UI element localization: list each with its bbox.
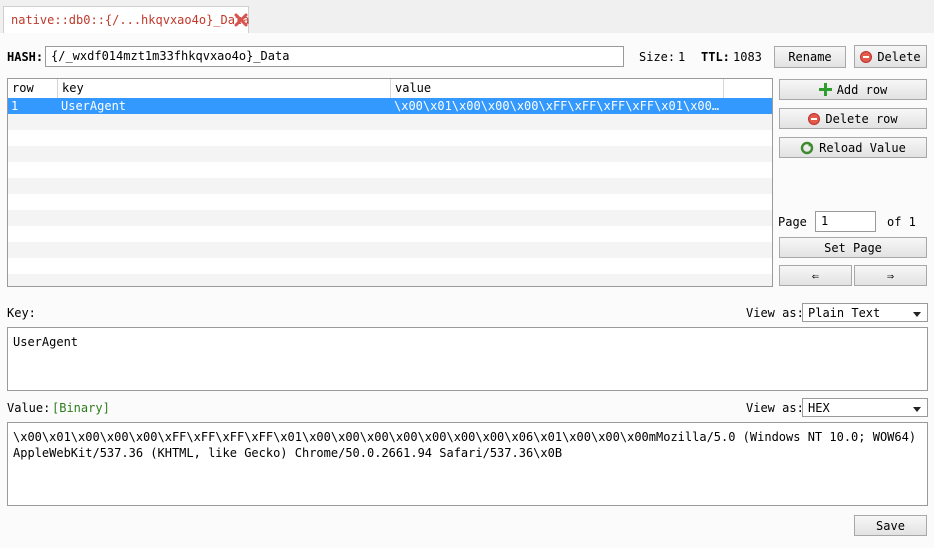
delete-button[interactable]: Delete (854, 45, 927, 68)
empty-row (8, 178, 772, 194)
empty-row (8, 146, 772, 162)
cell-key: UserAgent (61, 99, 127, 113)
cell-row: 1 (11, 99, 19, 113)
delete-row-label: Delete row (825, 111, 898, 126)
tab-strip: native::db0::{/...hkqvxao4o}_Data (0, 0, 934, 34)
empty-row (8, 242, 772, 258)
tab-key-data[interactable]: native::db0::{/...hkqvxao4o}_Data (3, 6, 249, 33)
hash-label: HASH: (7, 50, 44, 64)
reload-value-label: Reload Value (819, 140, 906, 155)
ttl-value: 1083 (733, 50, 762, 64)
column-header-value[interactable]: value (391, 79, 724, 98)
empty-row (8, 210, 772, 226)
value-view-as-value: HEX (808, 401, 830, 415)
add-row-label: Add row (836, 82, 888, 97)
tab-title: native::db0::{/...hkqvxao4o}_Data (11, 13, 250, 27)
hash-table[interactable]: row key value 1 UserAgent \x00\x01\x00\x… (7, 78, 773, 287)
delete-icon (860, 50, 873, 63)
reload-value-button[interactable]: Reload Value (779, 137, 927, 158)
rename-button[interactable]: Rename (774, 46, 846, 68)
next-page-button[interactable]: ⇒ (854, 265, 927, 286)
next-arrow-icon: ⇒ (886, 268, 895, 283)
key-editor[interactable]: UserAgent (7, 327, 928, 391)
value-editor[interactable]: \x00\x01\x00\x00\x00\xFF\xFF\xFF\xFF\x01… (7, 422, 928, 506)
empty-row (8, 114, 772, 130)
delete-row-icon (808, 112, 821, 125)
cell-value: \x00\x01\x00\x00\x00\xFF\xFF\xFF\xFF\x01… (394, 99, 724, 113)
table-row[interactable]: 1 UserAgent \x00\x01\x00\x00\x00\xFF\xFF… (8, 98, 772, 114)
save-button[interactable]: Save (854, 515, 927, 536)
key-label: Key: (7, 306, 36, 320)
rename-label: Rename (788, 50, 832, 64)
chevron-down-icon (913, 407, 921, 412)
save-label: Save (876, 518, 905, 533)
value-view-as-label: View as: (746, 401, 804, 415)
prev-arrow-icon: ⇐ (811, 268, 820, 283)
plus-icon (818, 83, 832, 96)
table-header: row key value (8, 79, 772, 99)
page-count-label: of 1 (887, 215, 916, 229)
binary-type-badge: [Binary] (52, 401, 110, 415)
page-label: Page (778, 215, 807, 229)
key-view-as-select[interactable]: Plain Text (802, 303, 928, 322)
value-view-as-select[interactable]: HEX (802, 398, 928, 417)
add-row-button[interactable]: Add row (779, 79, 927, 100)
size-label: Size: (639, 50, 676, 64)
size-value: 1 (678, 50, 686, 64)
page-input[interactable]: 1 (815, 211, 876, 232)
set-page-label: Set Page (824, 240, 882, 255)
previous-page-button[interactable]: ⇐ (779, 265, 852, 286)
column-header-key[interactable]: key (58, 79, 391, 98)
ttl-label: TTL: (701, 50, 730, 64)
empty-row (8, 274, 772, 286)
set-page-button[interactable]: Set Page (779, 237, 927, 258)
reload-icon (800, 141, 814, 154)
close-icon[interactable] (234, 13, 248, 27)
value-label: Value: (7, 401, 51, 415)
hash-name-input[interactable]: {/_wxdf014mzt1m33fhkqvxao4o}_Data (45, 46, 624, 67)
key-view-as-value: Plain Text (808, 306, 881, 320)
delete-label: Delete (877, 49, 921, 64)
chevron-down-icon (913, 312, 921, 317)
key-view-as-label: View as: (746, 306, 804, 320)
column-header-row[interactable]: row (8, 79, 58, 98)
delete-row-button[interactable]: Delete row (779, 108, 927, 129)
